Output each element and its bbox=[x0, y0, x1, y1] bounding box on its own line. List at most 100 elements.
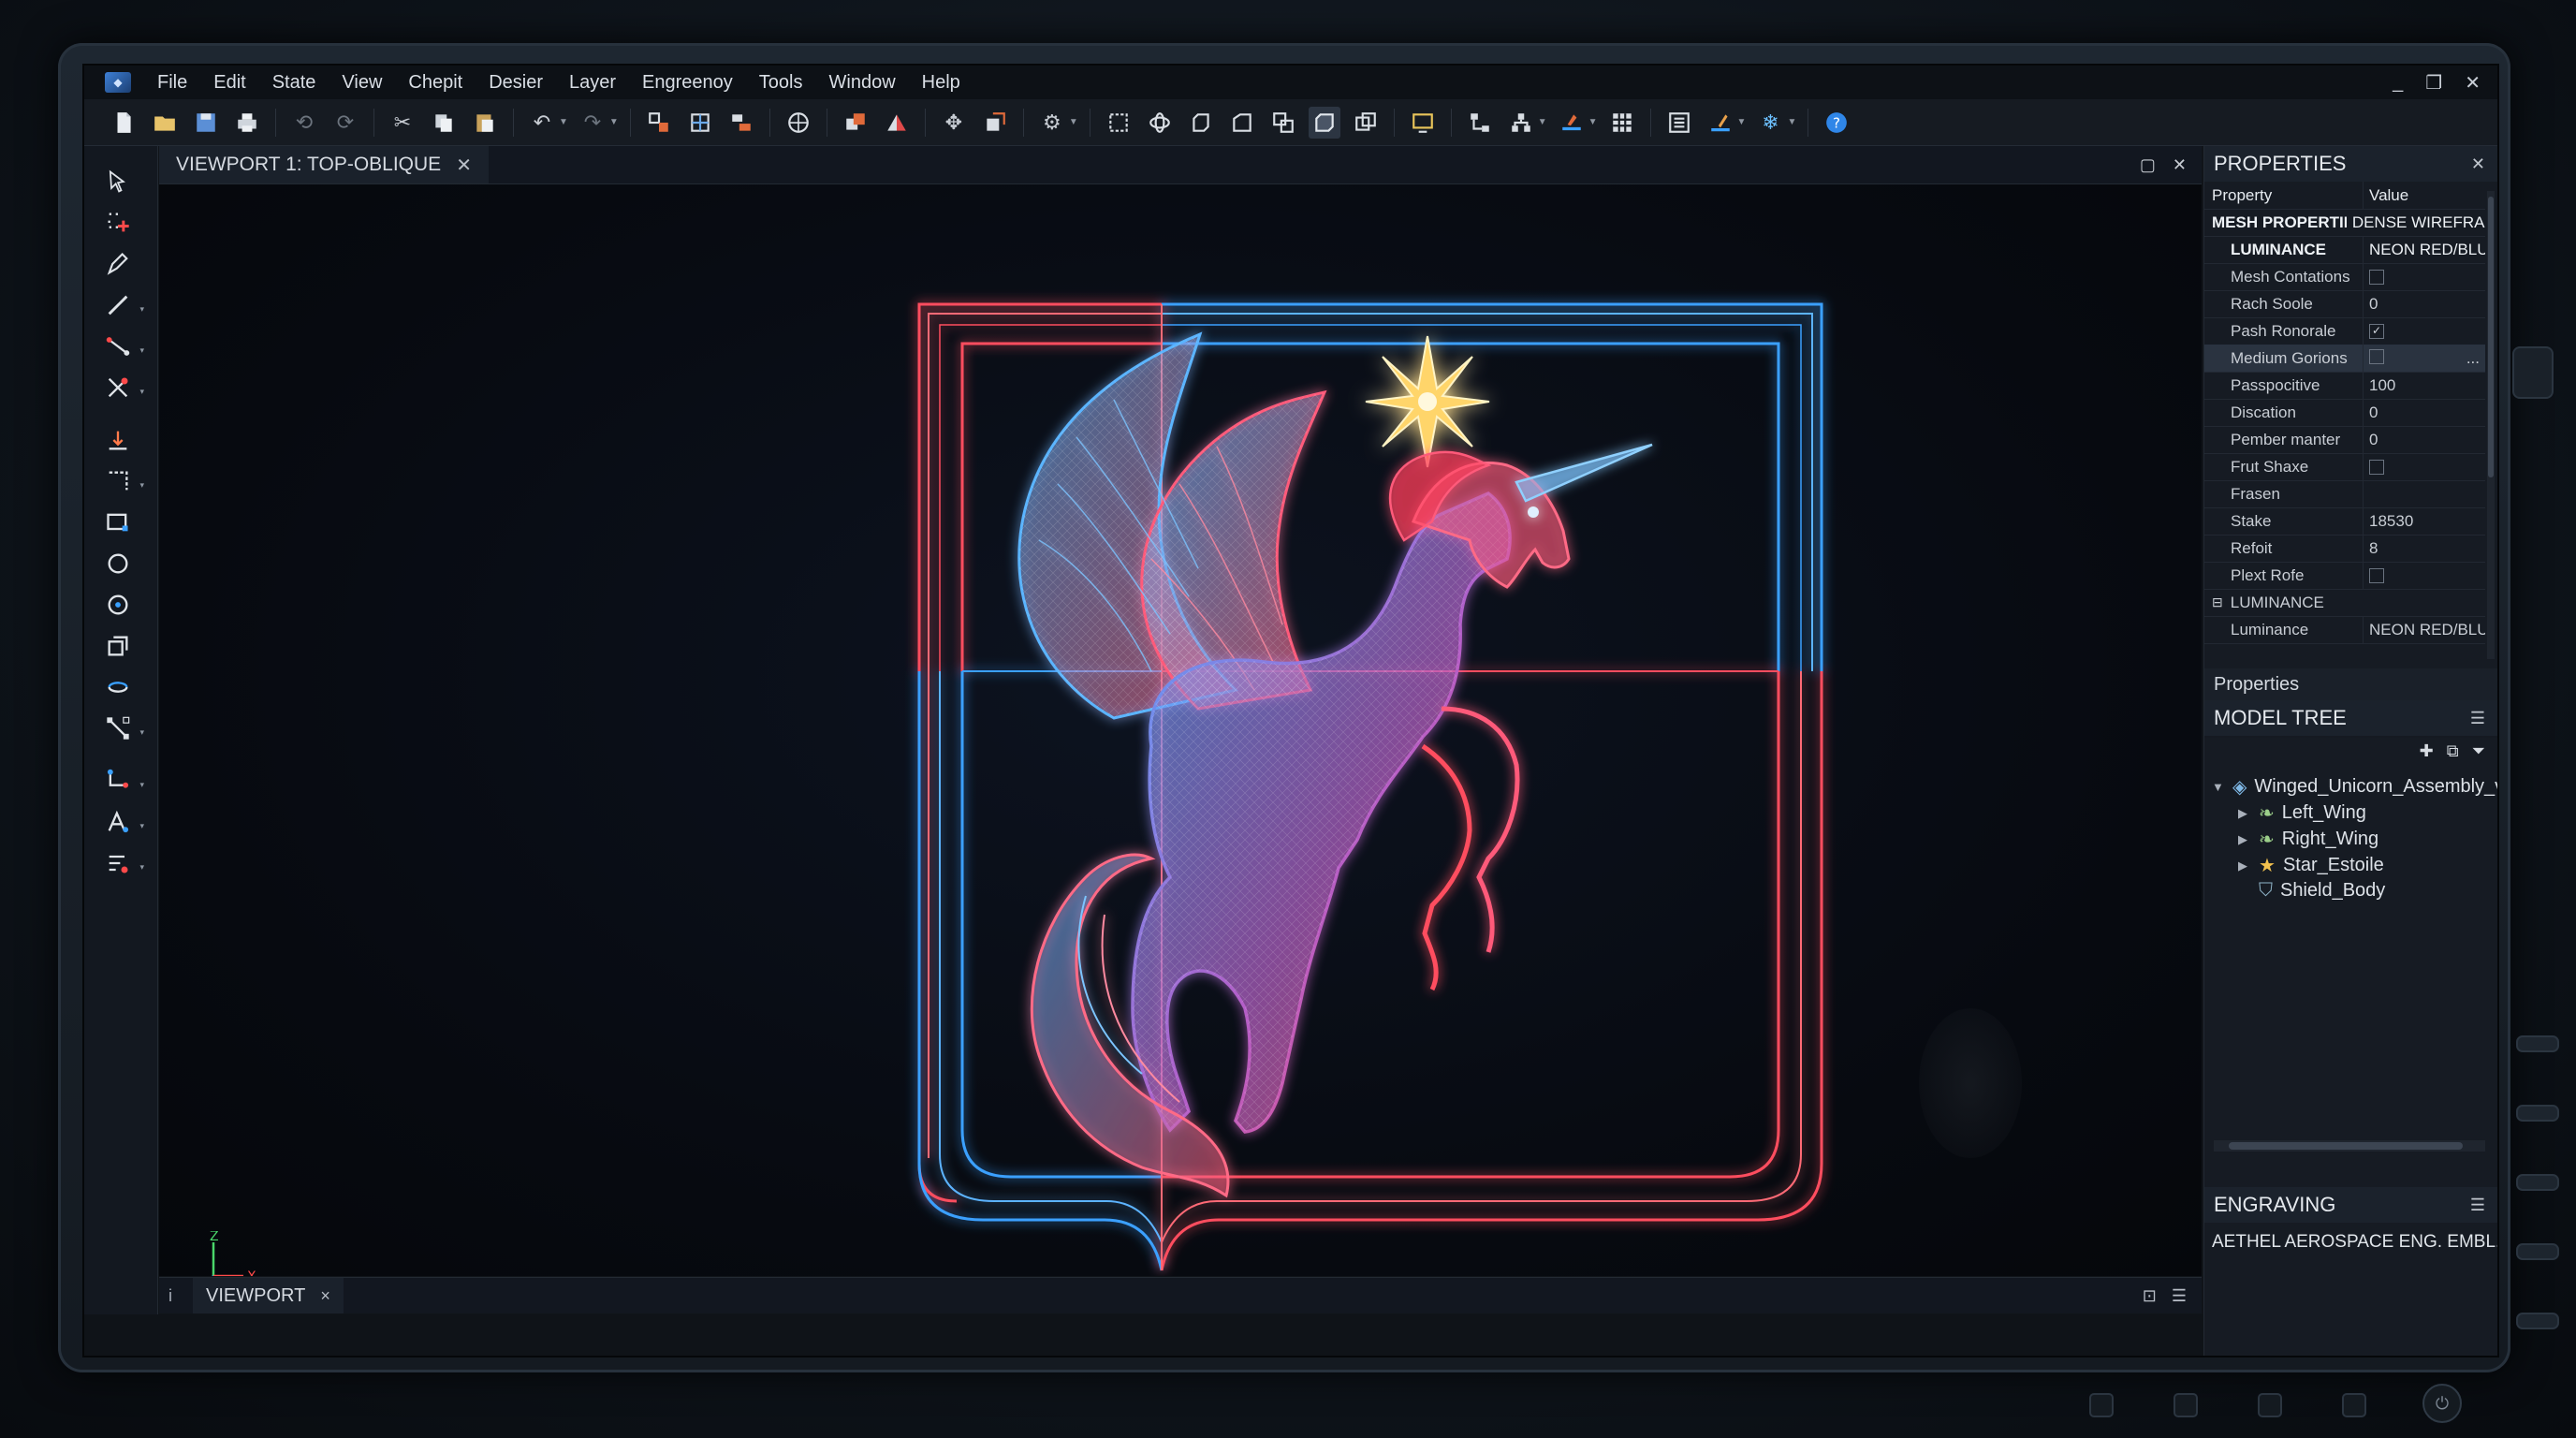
property-row-selected[interactable]: Medium Gorions ... bbox=[2204, 345, 2485, 373]
display-icon[interactable] bbox=[1407, 107, 1439, 139]
redo-icon[interactable]: ↷ bbox=[577, 107, 608, 139]
property-row[interactable]: Mesh Contations bbox=[2204, 263, 2485, 291]
close-bottom-tab-icon[interactable]: × bbox=[320, 1286, 330, 1306]
solid-view-icon[interactable] bbox=[1308, 106, 1340, 139]
property-row[interactable]: Refoit 8 bbox=[2204, 535, 2485, 563]
redo-dropdown-icon[interactable]: ▼ bbox=[609, 117, 619, 127]
model-tree-scrollbar[interactable] bbox=[2214, 1140, 2485, 1152]
property-row[interactable]: MESH PROPERTIES: DENSE WIREFRAME bbox=[2204, 209, 2485, 237]
multi-view-icon[interactable] bbox=[1350, 107, 1382, 139]
property-row[interactable]: Discation 0 bbox=[2204, 399, 2485, 427]
property-group-row[interactable]: ⊟ LUMINANCE bbox=[2204, 589, 2485, 617]
group-icon[interactable] bbox=[1505, 107, 1537, 139]
maximize-viewport-icon[interactable]: ▢ bbox=[2140, 155, 2156, 175]
menu-help[interactable]: Help bbox=[909, 66, 973, 99]
engraving-menu-icon[interactable]: ☰ bbox=[2470, 1196, 2485, 1215]
layout-icon[interactable] bbox=[684, 107, 716, 139]
expand-arrow-icon[interactable]: ▶ bbox=[2238, 832, 2251, 847]
monitor-bottom-button[interactable] bbox=[2089, 1393, 2114, 1417]
tree-node-shield[interactable]: ⛉ Shield_Body bbox=[2238, 880, 2385, 902]
box-icon[interactable] bbox=[1185, 107, 1217, 139]
checkbox[interactable] bbox=[2369, 348, 2384, 364]
close-tab-icon[interactable]: ✕ bbox=[456, 154, 472, 177]
snowflake-icon[interactable]: ❄ bbox=[1754, 107, 1786, 139]
property-row[interactable]: Frut Shaxe bbox=[2204, 453, 2485, 481]
menu-desier[interactable]: Desier bbox=[476, 66, 556, 99]
history-icon[interactable]: ⟲ bbox=[288, 107, 320, 139]
close-viewport-icon[interactable]: ✕ bbox=[2173, 155, 2187, 175]
monitor-side-button[interactable] bbox=[2512, 346, 2554, 399]
info-icon[interactable]: i bbox=[168, 1278, 172, 1313]
paste-icon[interactable] bbox=[469, 107, 501, 139]
circle-center-tool-icon[interactable] bbox=[101, 588, 135, 622]
pen-dropdown-icon[interactable]: ▼ bbox=[1737, 117, 1747, 127]
menu-layer[interactable]: Layer bbox=[556, 66, 629, 99]
engraving-text[interactable]: AETHEL AEROSPACE ENG. EMBL. (REV. 4) bbox=[2212, 1232, 2497, 1253]
menu-state[interactable]: State bbox=[259, 66, 329, 99]
list-icon[interactable] bbox=[1663, 107, 1695, 139]
group-dropdown-icon[interactable]: ▼ bbox=[1538, 117, 1547, 127]
snap-dropdown-icon[interactable]: ▼ bbox=[1069, 117, 1078, 127]
text-tool-icon[interactable]: ▾ bbox=[101, 805, 144, 839]
menu-file[interactable]: File bbox=[144, 66, 200, 99]
undo-dropdown-icon[interactable]: ▼ bbox=[559, 117, 568, 127]
viewport-canvas[interactable]: Z X bbox=[159, 184, 2202, 1276]
property-row[interactable]: Plext Rofe bbox=[2204, 562, 2485, 590]
properties-footer[interactable]: Properties bbox=[2204, 668, 2497, 700]
property-row[interactable]: Pash Ronorale ✓ bbox=[2204, 317, 2485, 345]
viewport-menu-icon[interactable]: ☰ bbox=[2172, 1286, 2187, 1306]
menu-window[interactable]: Window bbox=[816, 66, 909, 99]
power-button[interactable]: ⏻ bbox=[2422, 1384, 2462, 1423]
property-row[interactable]: Stake 18530 bbox=[2204, 507, 2485, 536]
select-arrow-icon[interactable] bbox=[101, 165, 135, 198]
line-tool-icon[interactable]: ▾ bbox=[101, 288, 144, 322]
snap-settings-icon[interactable]: ⚙ bbox=[1036, 107, 1068, 139]
open-folder-icon[interactable] bbox=[149, 107, 181, 139]
property-row[interactable]: LUMINANCE NEON RED/BLUE MIX bbox=[2204, 236, 2485, 264]
arrange-icon[interactable] bbox=[725, 107, 757, 139]
copy-node-icon[interactable]: ⧉ bbox=[2447, 741, 2459, 761]
new-file-icon[interactable] bbox=[108, 107, 139, 139]
menu-edit[interactable]: Edit bbox=[200, 66, 258, 99]
collapse-group-icon[interactable]: ⊟ bbox=[2212, 589, 2223, 616]
polyline-tool-icon[interactable]: ▾ bbox=[101, 330, 144, 363]
copy-icon[interactable] bbox=[428, 107, 460, 139]
menu-tools[interactable]: Tools bbox=[746, 66, 816, 99]
properties-pen-icon[interactable] bbox=[1705, 107, 1736, 139]
revolve-tool-icon[interactable] bbox=[101, 670, 135, 704]
cut-icon[interactable]: ✂ bbox=[387, 107, 418, 139]
menu-engreenoy[interactable]: Engreenoy bbox=[629, 66, 746, 99]
redo-history-icon[interactable]: ⟳ bbox=[329, 107, 361, 139]
minimize-button[interactable]: _ bbox=[2393, 72, 2403, 94]
monitor-button[interactable] bbox=[2516, 1105, 2559, 1122]
extrude-tool-icon[interactable] bbox=[101, 629, 135, 663]
checkbox[interactable] bbox=[2369, 460, 2384, 476]
close-properties-icon[interactable]: ✕ bbox=[2471, 154, 2485, 174]
save-icon[interactable] bbox=[190, 107, 222, 139]
rectangle-tool-icon[interactable] bbox=[101, 506, 135, 539]
property-row[interactable]: Rach Soole 0 bbox=[2204, 290, 2485, 318]
corner-tool-icon[interactable]: ▾ bbox=[101, 464, 144, 498]
block-insert-icon[interactable] bbox=[643, 107, 675, 139]
grid-icon[interactable] bbox=[1606, 107, 1638, 139]
property-row[interactable]: Pember manter 0 bbox=[2204, 426, 2485, 454]
globe-icon[interactable] bbox=[783, 107, 814, 139]
snap-points-tool-icon[interactable]: ▾ bbox=[101, 846, 144, 880]
properties-scrollbar[interactable] bbox=[2487, 191, 2495, 659]
restore-button[interactable]: ❐ bbox=[2425, 71, 2442, 95]
model-tree-menu-icon[interactable]: ☰ bbox=[2470, 709, 2485, 728]
monitor-button[interactable] bbox=[2516, 1313, 2559, 1329]
tree-node-root[interactable]: ▼ ◈ Winged_Unicorn_Assembly_v12 bbox=[2212, 775, 2497, 799]
layer-color-icon[interactable] bbox=[1556, 107, 1588, 139]
boolean-icon[interactable] bbox=[1267, 107, 1299, 139]
filter-icon[interactable]: ⏷ bbox=[2472, 741, 2485, 761]
checkbox-checked[interactable]: ✓ bbox=[2369, 324, 2384, 340]
expand-arrow-icon[interactable]: ▶ bbox=[2238, 806, 2251, 821]
transform-tool-icon[interactable]: ▾ bbox=[101, 712, 144, 745]
select-window-icon[interactable] bbox=[1103, 107, 1134, 139]
layer-dropdown-icon[interactable]: ▼ bbox=[1588, 117, 1598, 127]
rotate-copy-icon[interactable] bbox=[979, 107, 1011, 139]
expand-arrow-icon[interactable]: ▼ bbox=[2212, 780, 2225, 794]
monitor-button[interactable] bbox=[2516, 1243, 2559, 1260]
tree-node-right-wing[interactable]: ▶ ❧ Right_Wing bbox=[2238, 828, 2378, 851]
